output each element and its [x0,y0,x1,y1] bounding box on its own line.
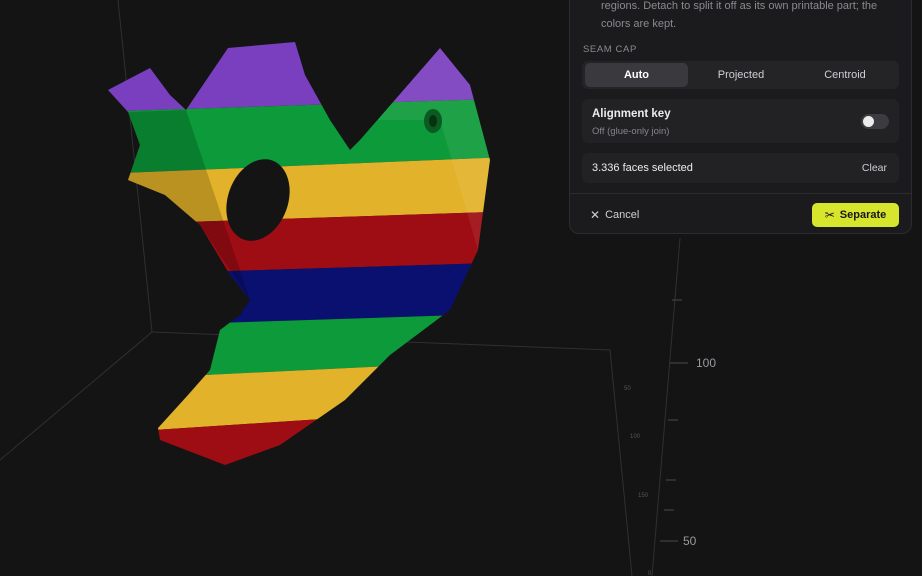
description-line-2: colors are kept. [601,18,677,30]
band-yellow-2 [108,340,490,440]
faces-selected-count: 3.336 faces selected [592,162,693,174]
alignment-key-subtitle: Off (glue-only join) [592,126,670,137]
separate-panel: regions. Detach to split it off as its o… [569,0,912,234]
axis-tick-100: 100 [696,356,716,370]
seam-cap-auto-button[interactable]: Auto [585,63,688,87]
cancel-label: Cancel [605,209,640,221]
close-icon: ✕ [590,208,601,222]
separate-label: Separate [839,209,887,221]
axis-ticks [660,299,688,542]
seam-cap-segmented-control: Auto Projected Centroid [582,61,899,89]
alignment-key-row: Alignment key Off (glue-only join) [582,99,899,143]
axis-tick-50: 50 [683,534,697,548]
seam-cap-projected-button[interactable]: Projected [690,63,792,87]
seam-cap-centroid-button[interactable]: Centroid [794,63,896,87]
footer-divider [570,193,911,194]
description-line-1: regions. Detach to split it off as its o… [601,0,878,12]
small-tick-100: 100 [630,434,641,440]
toggle-knob [863,116,874,127]
selection-row: 3.336 faces selected Clear [582,153,899,183]
band-green-2 [108,300,490,385]
band-red-2 [108,380,490,465]
small-tick-150: 150 [638,493,649,499]
small-tick-0: 0 [648,571,652,576]
scissors-icon: ✂ [824,208,835,222]
clear-selection-button[interactable]: Clear [862,162,887,174]
separate-button[interactable]: ✂ Separate [812,203,899,227]
alignment-key-toggle[interactable] [861,114,889,129]
seam-cap-label: SEAM CAP [583,44,637,55]
alignment-key-title: Alignment key [592,108,671,120]
panel-description: regions. Detach to split it off as its o… [601,0,901,33]
cancel-button[interactable]: ✕ Cancel [590,208,639,222]
small-tick-50: 50 [624,386,631,392]
